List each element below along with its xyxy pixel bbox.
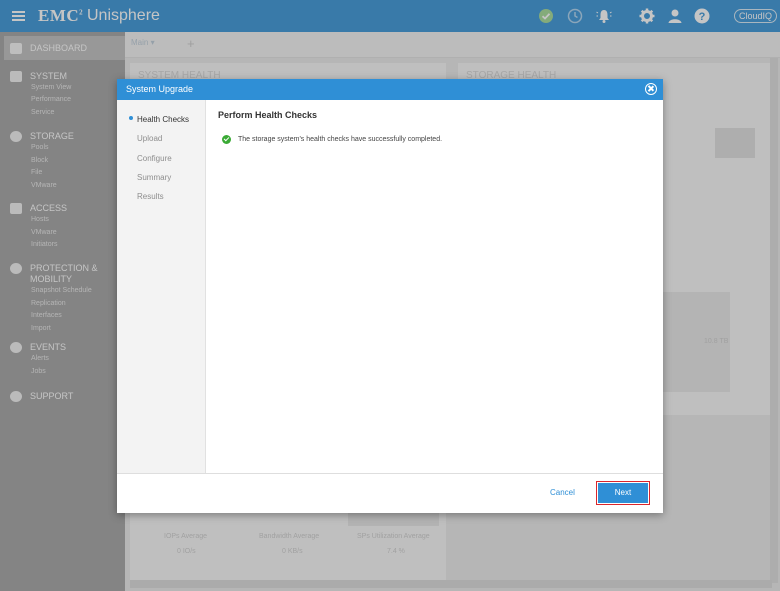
step-health-checks[interactable]: Health Checks bbox=[137, 115, 189, 124]
system-upgrade-dialog: System Upgrade Health Checks Upload Conf… bbox=[117, 79, 663, 513]
dialog-title: System Upgrade bbox=[126, 84, 194, 94]
health-check-message: The storage system's health checks have … bbox=[238, 136, 443, 143]
step-upload[interactable]: Upload bbox=[137, 134, 162, 143]
step-configure[interactable]: Configure bbox=[137, 154, 172, 163]
step-summary[interactable]: Summary bbox=[137, 173, 171, 182]
dialog-footer-divider bbox=[117, 473, 663, 474]
step-results[interactable]: Results bbox=[137, 192, 164, 201]
content-heading: Perform Health Checks bbox=[218, 110, 318, 120]
success-check-icon bbox=[222, 135, 231, 144]
cancel-button[interactable]: Cancel bbox=[550, 488, 575, 497]
close-icon[interactable] bbox=[645, 83, 657, 95]
active-step-indicator bbox=[129, 116, 133, 120]
dialog-header: System Upgrade bbox=[117, 79, 663, 100]
next-button[interactable]: Next bbox=[598, 483, 648, 503]
